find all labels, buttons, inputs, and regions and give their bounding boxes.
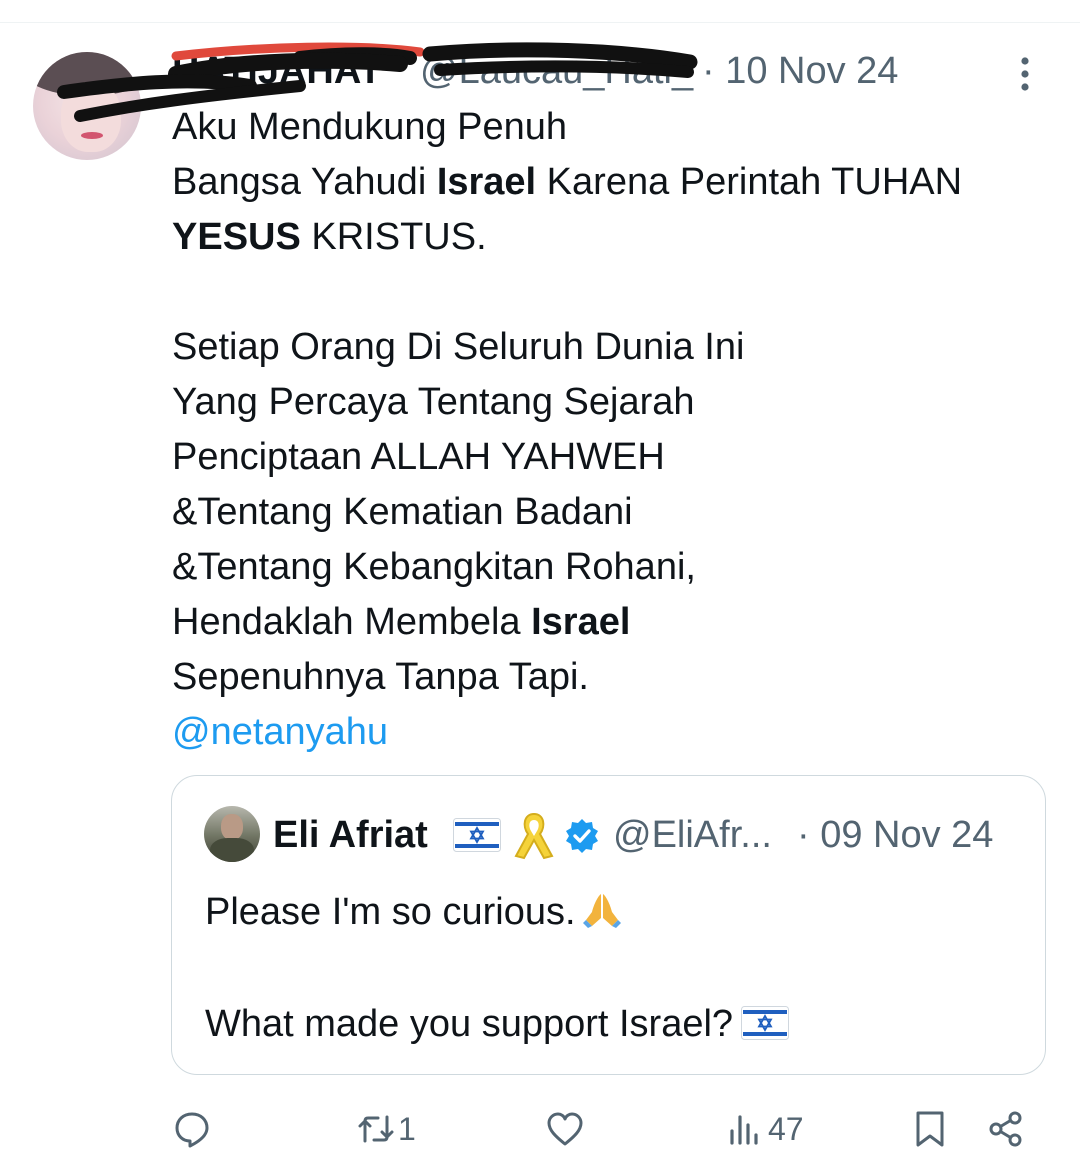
quote-line-1: Please I'm so curious. [205,891,576,933]
bold-word: Israel [436,161,537,203]
bold-word: Israel [531,601,631,643]
quote-author-handle[interactable]: @EliAfr... [613,814,772,857]
tweet-date[interactable]: · 10 Nov 24 [702,50,898,93]
reply-icon [175,1112,209,1148]
quoted-tweet[interactable]: Eli Afriat @EliAfr... · 09 Nov 24 Please… [171,775,1046,1075]
share-icon [989,1111,1022,1147]
retweet-button[interactable]: 1 [356,1104,416,1154]
flag-icon [741,1006,790,1040]
tweet-line-6: Penciptaan ALLAH YAHWEH [172,436,665,478]
action-bar: 1 47 [0,1100,1080,1160]
views-icon [730,1115,758,1145]
top-divider [0,22,1080,23]
quote-author-name[interactable]: Eli Afriat [273,814,428,857]
tweet-text: Aku Mendukung Penuh Bangsa Yahudi Israel… [172,100,1052,760]
like-icon [547,1112,583,1146]
views-button[interactable]: 47 [726,1104,804,1154]
tweet-line-8: &Tentang Kebangkitan Rohani, [172,546,696,588]
retweet-icon [358,1115,394,1143]
tweet-line-4: Setiap Orang Di Seluruh Dunia Ini [172,326,745,368]
pray-icon [582,894,621,928]
bookmark-button[interactable] [910,1104,950,1154]
tweet-line-9: Hendaklah Membela Israel [172,601,631,643]
author-avatar[interactable] [33,52,141,160]
tweet-line-7: &Tentang Kematian Badani [172,491,633,533]
like-button[interactable] [545,1104,585,1154]
tweet-line-3: YESUS KRISTUS. [172,216,487,258]
quote-line-2: What made you support Israel? [205,1003,734,1045]
author-handle[interactable]: @Laucau_Hati_ [420,50,693,93]
quote-date[interactable]: · 09 Nov 24 [797,814,993,857]
quote-text: Please I'm so curious. What made you sup… [205,884,790,1052]
bold-word: YESUS [172,216,301,258]
tweet-line-10: Sepenuhnya Tanpa Tapi. [172,656,589,698]
ribbon-icon [514,812,554,860]
retweet-count: 1 [398,1110,416,1147]
tweet-line-1: Aku Mendukung Penuh [172,106,568,148]
author-name[interactable]: HATIJAHAT [172,50,382,93]
flag-icon [453,818,501,852]
tweet-header: HATIJAHAT @Laucau_Hati_ · 10 Nov 24 [172,50,932,92]
verified-icon [566,819,598,853]
reply-button[interactable] [172,1104,212,1154]
tweet-line-2: Bangsa Yahudi Israel Karena Perintah TUH… [172,161,963,203]
share-button[interactable] [986,1104,1026,1154]
tweet-line-5: Yang Percaya Tentang Sejarah [172,381,695,423]
mention-link[interactable]: @netanyahu [172,711,388,753]
views-count: 47 [768,1110,804,1147]
quote-avatar[interactable] [204,806,260,862]
more-icon[interactable] [1012,56,1038,92]
bookmark-icon [916,1111,944,1147]
